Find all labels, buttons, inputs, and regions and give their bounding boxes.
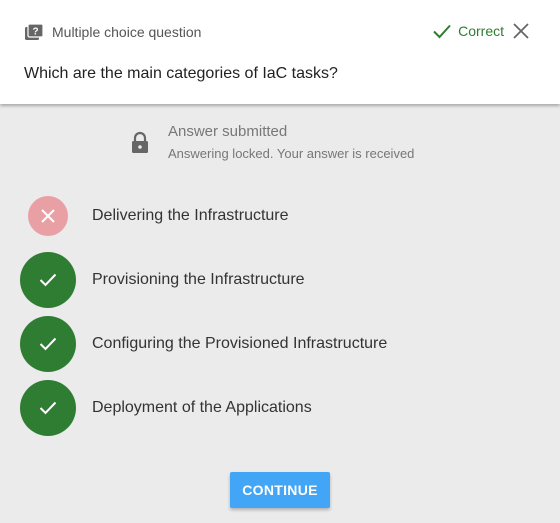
answer-label: Provisioning the Infrastructure — [92, 271, 305, 288]
question-header: ? Multiple choice question Correct Which… — [0, 0, 560, 104]
question-box-icon: ? — [24, 22, 44, 42]
answer-label: Configuring the Provisioned Infrastructu… — [92, 335, 388, 352]
lock-icon — [130, 131, 150, 155]
check-icon — [20, 380, 76, 436]
answer-option-4[interactable]: Deployment of the Applications — [0, 380, 560, 436]
submission-subtitle: Answering locked. Your answer is receive… — [168, 146, 415, 161]
submission-notice: Answer submitted Answering locked. Your … — [130, 122, 414, 162]
answer-label: Delivering the Infrastructure — [92, 207, 289, 224]
answer-option-3[interactable]: Configuring the Provisioned Infrastructu… — [0, 316, 560, 372]
check-icon — [20, 252, 76, 308]
svg-text:?: ? — [32, 27, 38, 38]
answer-option-1[interactable]: Delivering the Infrastructure — [0, 188, 560, 244]
question-text: Which are the main categories of IaC tas… — [24, 65, 338, 82]
question-type-label: Multiple choice question — [52, 24, 202, 40]
question-type: ? Multiple choice question — [24, 22, 201, 42]
submission-title: Answer submitted — [168, 123, 288, 140]
close-icon[interactable] — [512, 22, 530, 40]
status-label: Correct — [458, 23, 504, 39]
check-icon — [432, 21, 452, 41]
answer-option-2[interactable]: Provisioning the Infrastructure — [0, 252, 560, 308]
answer-label: Deployment of the Applications — [92, 399, 312, 416]
continue-button[interactable]: CONTINUE — [230, 472, 330, 508]
result-status: Correct — [432, 21, 504, 41]
x-icon — [28, 196, 68, 236]
check-icon — [20, 316, 76, 372]
